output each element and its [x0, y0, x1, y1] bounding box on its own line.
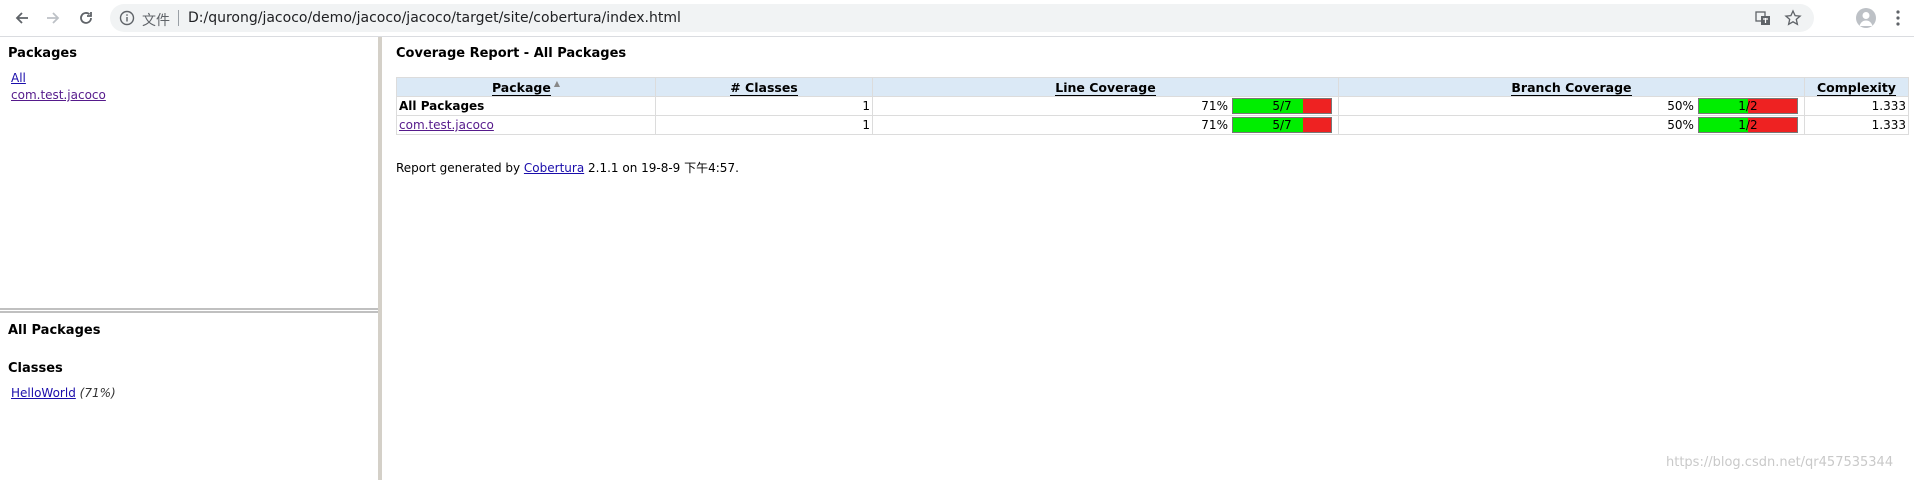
- back-button[interactable]: [10, 6, 34, 30]
- package-name-cell: All Packages: [396, 96, 656, 116]
- branch-ratio-text: 1/2: [1738, 99, 1758, 113]
- info-icon[interactable]: [118, 9, 136, 27]
- package-link-com-test-jacoco[interactable]: com.test.jacoco: [11, 88, 106, 102]
- column-classes-label: # Classes: [730, 79, 798, 96]
- table-row: All Packages 1 71% 5/7 50% 1/2 1.333: [396, 96, 1910, 116]
- package-name-cell: com.test.jacoco: [396, 115, 656, 135]
- column-package-label: Package: [491, 79, 551, 96]
- footer-prefix: Report generated by: [396, 161, 524, 175]
- complexity-cell: 1.333: [1803, 115, 1910, 135]
- classes-heading: Classes: [8, 361, 63, 376]
- arrow-left-icon: [15, 12, 28, 24]
- column-branch-coverage[interactable]: Branch Coverage: [1337, 77, 1805, 97]
- branch-ratio-text: 1/2: [1738, 118, 1758, 132]
- reload-icon: [80, 12, 92, 24]
- reload-button[interactable]: [74, 6, 98, 30]
- classes-frame-title: All Packages: [8, 323, 101, 338]
- column-complexity-label: Complexity: [1816, 79, 1896, 96]
- line-coverage-bar: 5/7: [1231, 98, 1332, 114]
- file-scheme-label: 文件: [142, 13, 170, 29]
- packages-title: Packages: [8, 46, 77, 61]
- profile-avatar[interactable]: [1856, 8, 1876, 28]
- report-frame[interactable]: Coverage Report - All Packages Package ▲ …: [386, 37, 1914, 480]
- package-link[interactable]: com.test.jacoco: [399, 118, 494, 132]
- watermark-text: https://blog.csdn.net/qr457535344: [1666, 455, 1894, 470]
- report-footer: Report generated by Cobertura 2.1.1 on 1…: [396, 159, 739, 176]
- translate-icon[interactable]: [1754, 9, 1772, 27]
- line-pct-cell: 71%: [871, 115, 1230, 135]
- column-line-coverage[interactable]: Line Coverage: [872, 77, 1339, 97]
- line-ratio-text: 5/7: [1272, 99, 1292, 113]
- omnibox-divider: [178, 10, 179, 26]
- line-bar-cell: 5/7: [1229, 96, 1339, 116]
- classes-frame[interactable]: All Packages Classes HelloWorld (71%): [0, 313, 378, 480]
- column-complexity[interactable]: Complexity: [1803, 77, 1910, 97]
- table-header-row: Package ▲ # Classes Line Coverage Branch …: [396, 77, 1910, 97]
- branch-coverage-bar: 1/2: [1697, 117, 1798, 133]
- column-classes[interactable]: # Classes: [655, 77, 873, 97]
- report-title: Coverage Report - All Packages: [396, 46, 627, 61]
- line-bar-cell: 5/7: [1229, 115, 1339, 135]
- cobertura-link[interactable]: Cobertura: [524, 161, 584, 175]
- table-row: com.test.jacoco 1 71% 5/7 50% 1/2 1.333: [396, 115, 1910, 135]
- complexity-cell: 1.333: [1803, 96, 1910, 116]
- url-text[interactable]: D:/qurong/jacoco/demo/jacoco/jacoco/targ…: [188, 10, 681, 26]
- class-coverage-pct: (71%): [79, 386, 116, 400]
- browser-toolbar: 文件 D:/qurong/jacoco/demo/jacoco/jacoco/t…: [0, 0, 1914, 37]
- arrow-right-icon: [47, 12, 60, 24]
- branch-bar-cell: 1/2: [1695, 96, 1805, 116]
- branch-pct-cell: 50%: [1337, 96, 1696, 116]
- more-vertical-icon: [1896, 10, 1900, 26]
- package-link-all[interactable]: All: [11, 71, 26, 85]
- column-package[interactable]: Package ▲: [396, 77, 656, 97]
- branch-pct-cell: 50%: [1337, 115, 1696, 135]
- column-line-coverage-label: Line Coverage: [1055, 79, 1156, 96]
- packages-frame[interactable]: Packages All com.test.jacoco: [0, 37, 378, 313]
- user-icon: [1859, 12, 1873, 26]
- classes-count-cell: 1: [655, 96, 873, 116]
- column-branch-coverage-label: Branch Coverage: [1511, 79, 1632, 96]
- bookmark-star-icon[interactable]: [1784, 9, 1802, 27]
- branch-coverage-bar: 1/2: [1697, 98, 1798, 114]
- branch-bar-cell: 1/2: [1695, 115, 1805, 135]
- browser-menu-button[interactable]: [1888, 8, 1908, 28]
- line-coverage-bar: 5/7: [1231, 117, 1332, 133]
- line-pct-cell: 71%: [871, 96, 1230, 116]
- address-bar[interactable]: 文件 D:/qurong/jacoco/demo/jacoco/jacoco/t…: [110, 4, 1814, 32]
- sort-arrow-icon: ▲: [553, 79, 560, 89]
- forward-button[interactable]: [41, 6, 65, 30]
- class-link-helloworld[interactable]: HelloWorld: [11, 386, 76, 400]
- class-list-item: HelloWorld (71%): [11, 386, 116, 400]
- line-ratio-text: 5/7: [1272, 118, 1292, 132]
- left-frameset: Packages All com.test.jacoco All Package…: [0, 37, 382, 480]
- footer-suffix: 2.1.1 on 19-8-9 下午4:57.: [584, 161, 739, 175]
- classes-count-cell: 1: [655, 115, 873, 135]
- coverage-table: Package ▲ # Classes Line Coverage Branch …: [396, 77, 1910, 135]
